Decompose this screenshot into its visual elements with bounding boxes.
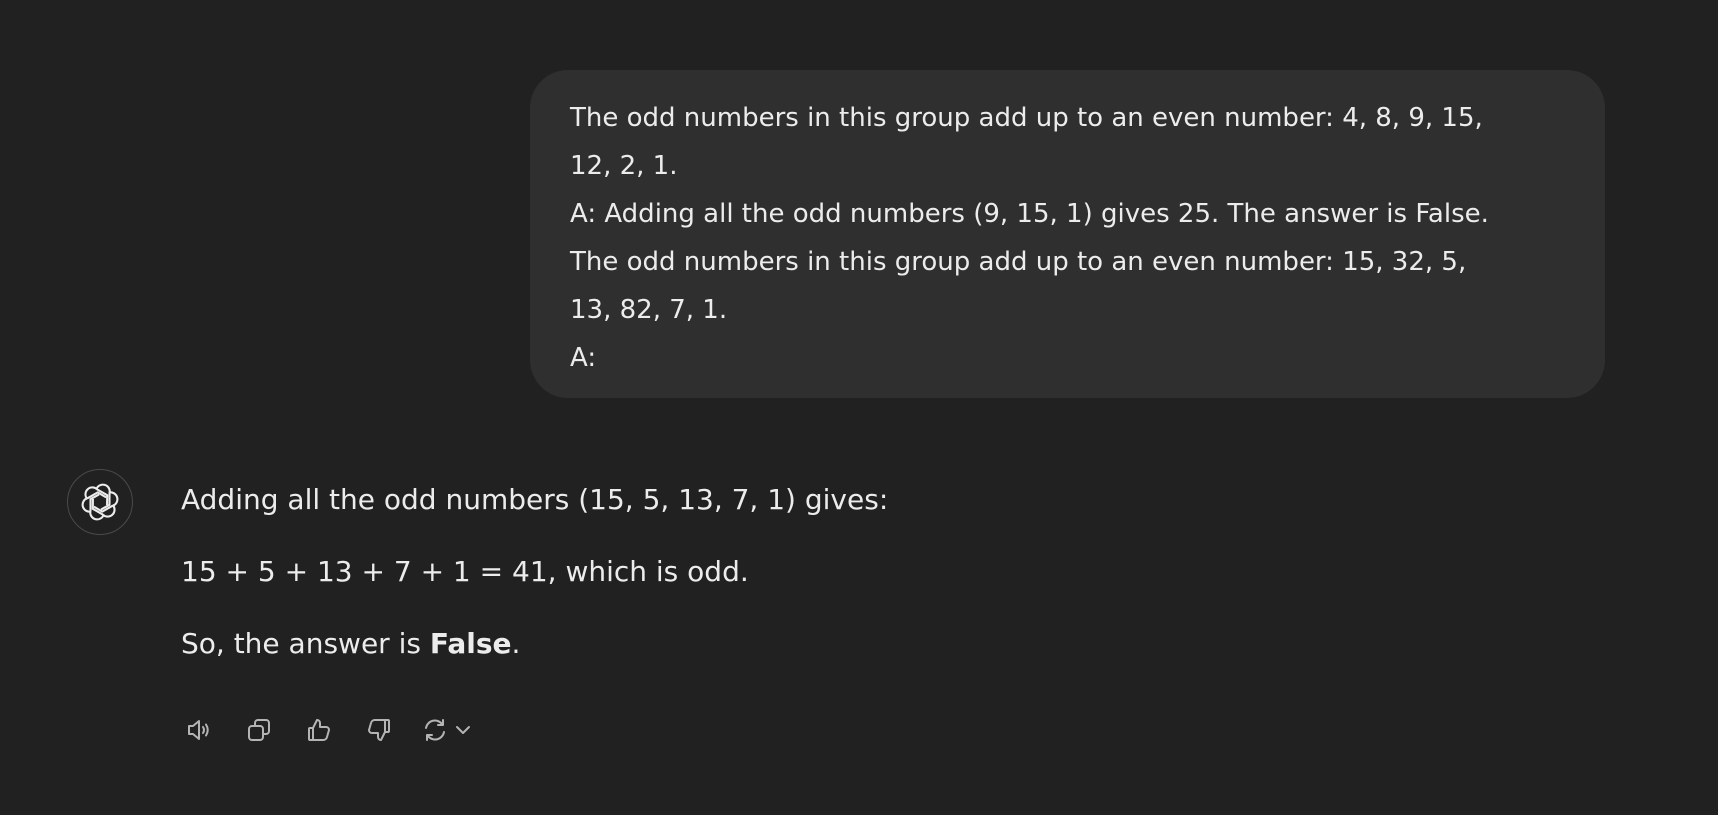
copy-button[interactable] — [241, 712, 277, 748]
user-message-line: A: Adding all the odd numbers (9, 15, 1)… — [570, 199, 1489, 229]
user-message-line: 13, 82, 7, 1. — [570, 295, 728, 325]
read-aloud-button[interactable] — [181, 712, 217, 748]
openai-logo-icon — [81, 483, 119, 521]
user-message-line: A: — [570, 343, 597, 373]
regenerate-button[interactable] — [421, 716, 473, 744]
assistant-message: Adding all the odd numbers (15, 5, 13, 7… — [181, 482, 888, 662]
assistant-paragraph-answer: So, the answer is False. — [181, 626, 888, 662]
assistant-paragraph: Adding all the odd numbers (15, 5, 13, 7… — [181, 483, 889, 516]
answer-value: False — [429, 627, 512, 660]
chevron-down-icon — [456, 726, 470, 734]
thumbs-down-icon — [368, 719, 390, 741]
answer-prefix: So, the answer is — [181, 627, 430, 660]
regenerate-icon — [425, 719, 445, 741]
assistant-avatar — [67, 469, 133, 535]
user-message-line: The odd numbers in this group add up to … — [570, 103, 1483, 133]
speaker-icon — [188, 720, 209, 740]
user-message-bubble: The odd numbers in this group add up to … — [530, 70, 1605, 398]
chat-page: The odd numbers in this group add up to … — [0, 0, 1718, 815]
answer-suffix: . — [511, 627, 521, 660]
message-actions — [181, 712, 473, 748]
user-message-line: The odd numbers in this group add up to … — [570, 247, 1467, 277]
user-message-line: 12, 2, 1. — [570, 151, 678, 181]
bad-response-button[interactable] — [361, 712, 397, 748]
assistant-paragraph: 15 + 5 + 13 + 7 + 1 = 41, which is odd. — [181, 555, 749, 588]
copy-icon — [248, 719, 270, 741]
good-response-button[interactable] — [301, 712, 337, 748]
thumbs-up-icon — [308, 719, 330, 741]
